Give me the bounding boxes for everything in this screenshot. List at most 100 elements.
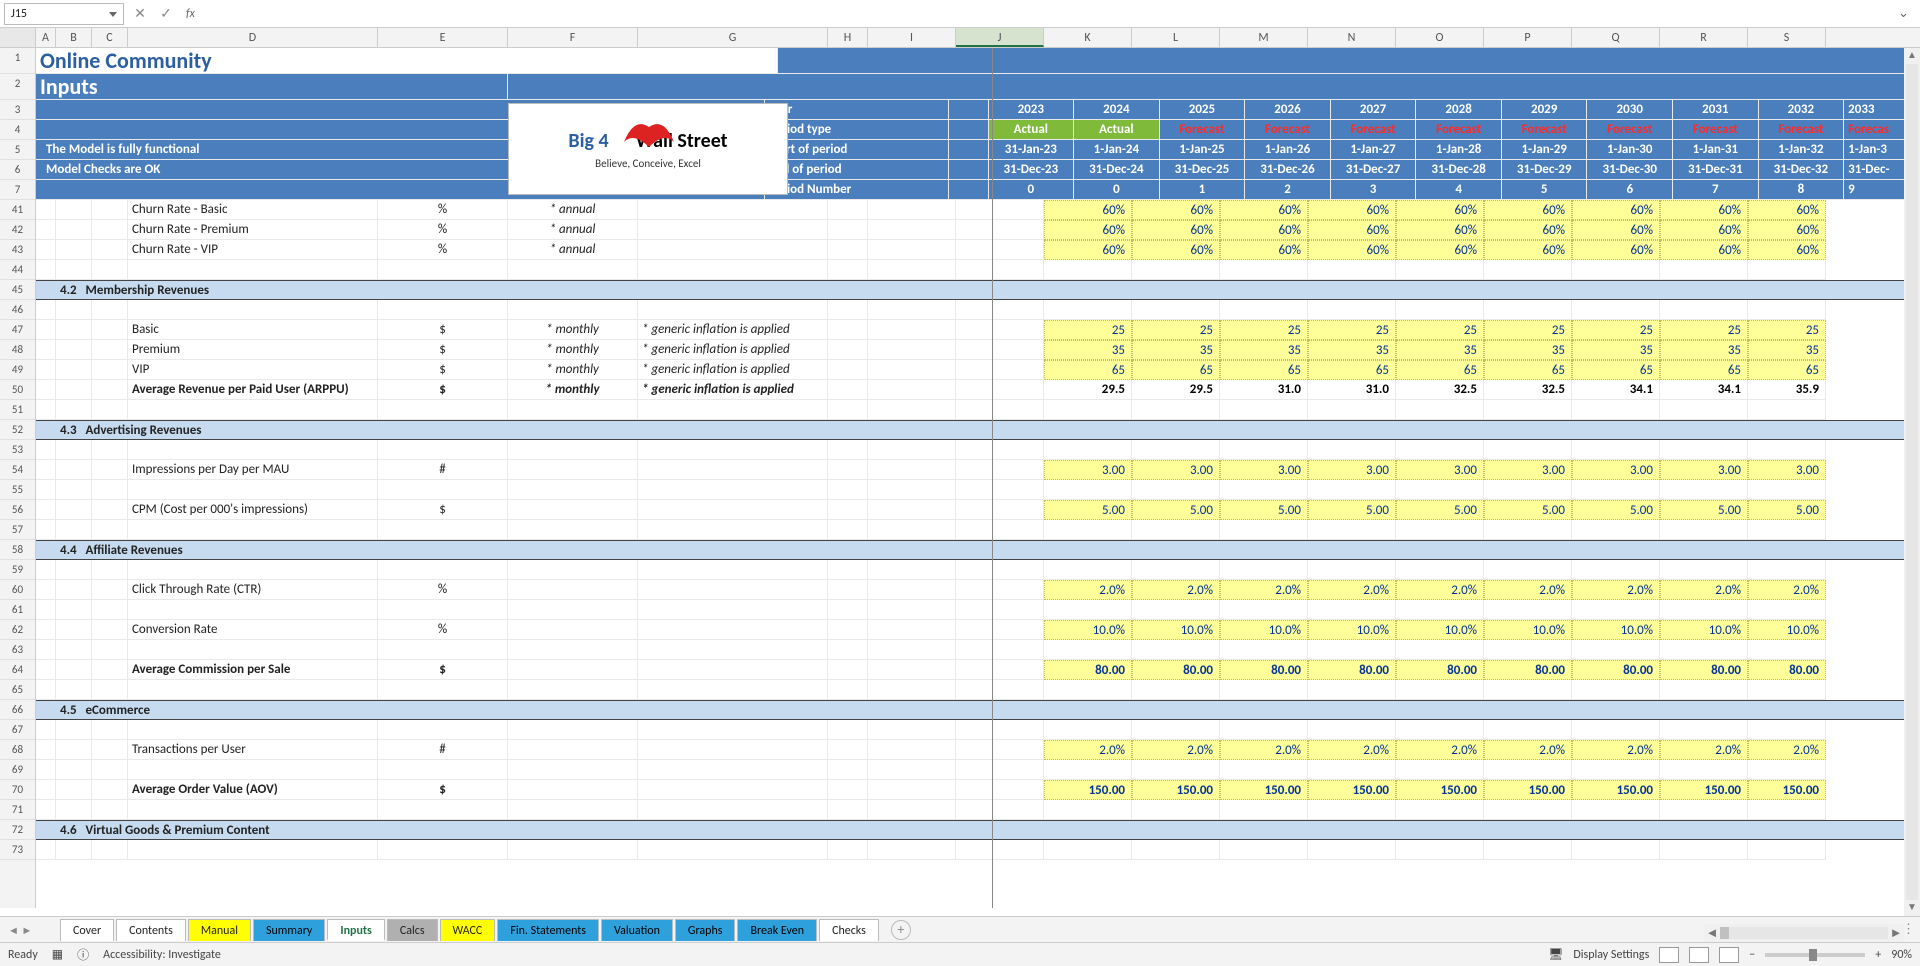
col-header-P[interactable]: P [1484,28,1572,47]
row-header-50[interactable]: 50 [0,380,35,400]
sheet-tab-summary[interactable]: Summary [253,919,325,941]
sheet-tab-checks[interactable]: Checks [819,919,879,941]
row-header-56[interactable]: 56 [0,500,35,520]
confirm-icon[interactable]: ✓ [156,5,176,22]
col-header-N[interactable]: N [1308,28,1396,47]
select-all-corner[interactable] [0,28,36,47]
col-header-M[interactable]: M [1220,28,1308,47]
row-header-58[interactable]: 58 [0,540,35,560]
fx-label[interactable]: fx [182,7,195,21]
scroll-left-icon[interactable]: ◄ [1704,925,1720,941]
row-header-63[interactable]: 63 [0,640,35,660]
row-header-55[interactable]: 55 [0,480,35,500]
row-header-7[interactable]: 7 [0,180,35,200]
col-header-E[interactable]: E [378,28,508,47]
row-header-5[interactable]: 5 [0,140,35,160]
row-header-46[interactable]: 46 [0,300,35,320]
col-header-Q[interactable]: Q [1572,28,1660,47]
sheet-tab-fin-statements[interactable]: Fin. Statements [497,919,599,941]
row-header-52[interactable]: 52 [0,420,35,440]
sheet-tab-wacc[interactable]: WACC [440,919,496,941]
row-header-64[interactable]: 64 [0,660,35,680]
row-header-47[interactable]: 47 [0,320,35,340]
macro-icon[interactable]: ▦ [52,947,63,962]
sheet-tab-graphs[interactable]: Graphs [675,919,736,941]
col-header-F[interactable]: F [508,28,638,47]
col-header-D[interactable]: D [128,28,378,47]
tab-nav-buttons[interactable]: ◄ ► [0,917,40,943]
col-header-L[interactable]: L [1132,28,1220,47]
row-header-48[interactable]: 48 [0,340,35,360]
zoom-slider[interactable] [1765,953,1865,957]
formula-expand-icon[interactable]: ⌄ [1898,6,1916,21]
vertical-scrollbar[interactable]: ▲ ▼ [1904,48,1920,916]
row-header-3[interactable]: 3 [0,100,35,120]
zoom-level[interactable]: 90% [1891,948,1912,962]
row-header-70[interactable]: 70 [0,780,35,800]
row-header-54[interactable]: 54 [0,460,35,480]
zoom-out-button[interactable]: − [1749,948,1755,962]
row-header-61[interactable]: 61 [0,600,35,620]
view-page-break-button[interactable] [1719,947,1739,963]
col-header-K[interactable]: K [1044,28,1132,47]
row-header-68[interactable]: 68 [0,740,35,760]
row-header-4[interactable]: 4 [0,120,35,140]
scroll-up-icon[interactable]: ▲ [1904,48,1920,64]
view-normal-button[interactable] [1659,947,1679,963]
col-header-R[interactable]: R [1660,28,1748,47]
col-header-A[interactable]: A [36,28,56,47]
new-sheet-button[interactable]: + [891,920,911,940]
row-header-42[interactable]: 42 [0,220,35,240]
sheet-tab-break-even[interactable]: Break Even [737,919,817,941]
row-header-67[interactable]: 67 [0,720,35,740]
zoom-in-button[interactable]: + [1875,948,1881,962]
col-header-C[interactable]: C [92,28,128,47]
col-header-H[interactable]: H [828,28,868,47]
horizontal-scrollbar[interactable]: ◄ ► [1704,924,1904,942]
row-header-41[interactable]: 41 [0,200,35,220]
row-header-43[interactable]: 43 [0,240,35,260]
row-header-73[interactable]: 73 [0,840,35,860]
row-header-65[interactable]: 65 [0,680,35,700]
row-header-53[interactable]: 53 [0,440,35,460]
cells-area[interactable]: Big 4 Wall Street Believe, Conceive, Exc… [36,48,1920,908]
row-header-51[interactable]: 51 [0,400,35,420]
cancel-icon[interactable]: ✕ [130,5,150,22]
accessibility-icon[interactable]: ⓘ [77,946,89,963]
row-header-57[interactable]: 57 [0,520,35,540]
display-settings-icon[interactable]: 🖥 [1548,947,1563,962]
row-header-6[interactable]: 6 [0,160,35,180]
row-header-49[interactable]: 49 [0,360,35,380]
sheet-tab-contents[interactable]: Contents [116,919,186,941]
view-page-layout-button[interactable] [1689,947,1709,963]
row-header-69[interactable]: 69 [0,760,35,780]
row-header-72[interactable]: 72 [0,820,35,840]
col-header-G[interactable]: G [638,28,828,47]
scroll-down-icon[interactable]: ▼ [1904,900,1920,916]
row-header-45[interactable]: 45 [0,280,35,300]
status-accessibility[interactable]: Accessibility: Investigate [103,948,221,962]
row-header-60[interactable]: 60 [0,580,35,600]
sheet-tab-inputs[interactable]: Inputs [327,919,384,941]
formula-input[interactable] [201,3,1892,25]
col-header-B[interactable]: B [56,28,92,47]
status-display-settings[interactable]: Display Settings [1573,948,1649,962]
col-header-O[interactable]: O [1396,28,1484,47]
col-header-I[interactable]: I [868,28,956,47]
sheet-tab-cover[interactable]: Cover [60,919,114,941]
scroll-right-icon[interactable]: ► [1888,925,1904,941]
row-header-71[interactable]: 71 [0,800,35,820]
col-header-J[interactable]: J [956,28,1044,47]
row-header-1[interactable]: 1 [0,48,35,74]
sheet-tab-calcs[interactable]: Calcs [387,919,438,941]
row-header-66[interactable]: 66 [0,700,35,720]
tab-split-icon[interactable]: ⋮ [1902,922,1916,937]
sheet-tab-valuation[interactable]: Valuation [601,919,673,941]
name-box[interactable]: J15 [4,3,124,25]
sheet-tab-manual[interactable]: Manual [188,919,251,941]
row-header-44[interactable]: 44 [0,260,35,280]
row-header-2[interactable]: 2 [0,74,35,100]
row-header-59[interactable]: 59 [0,560,35,580]
col-header-S[interactable]: S [1748,28,1826,47]
row-header-62[interactable]: 62 [0,620,35,640]
